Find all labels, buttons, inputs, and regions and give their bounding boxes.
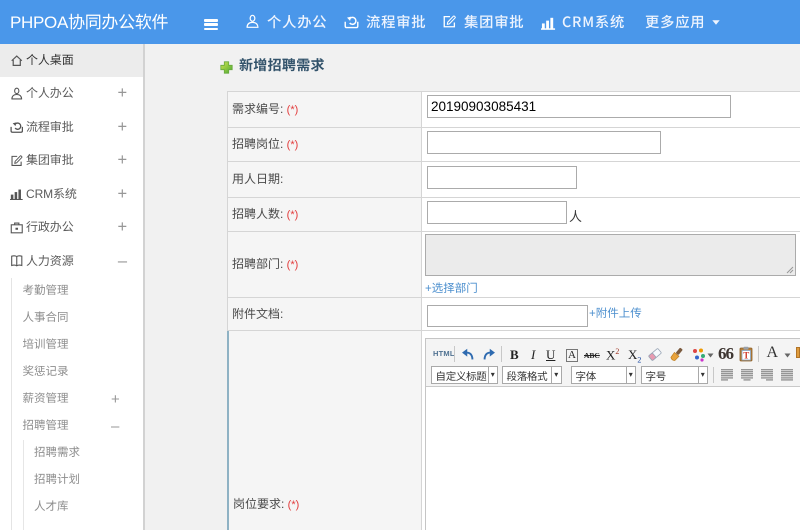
svg-text:T: T [743,351,749,361]
